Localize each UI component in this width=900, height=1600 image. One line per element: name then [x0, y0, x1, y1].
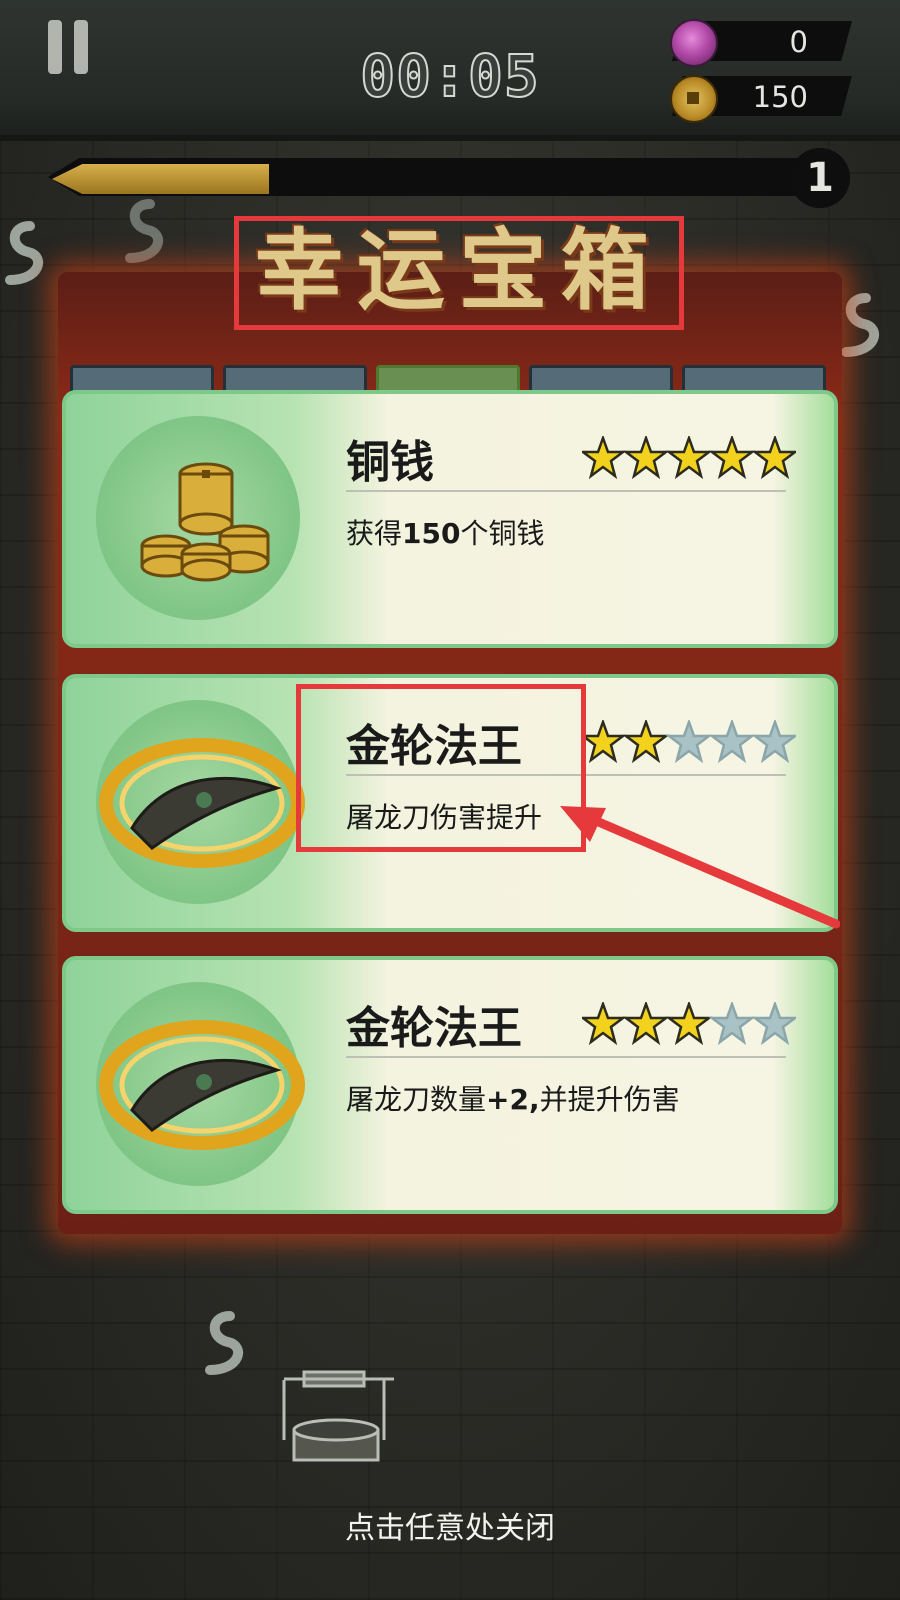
reward-card-coins[interactable]: 铜钱 获得150个铜钱 [62, 390, 838, 648]
card-name: 金轮法王 [346, 1003, 522, 1054]
close-hint[interactable]: 点击任意处关闭 [0, 1503, 900, 1547]
level-badge: 1 [790, 148, 850, 208]
star-rating [579, 434, 799, 480]
star-icon [579, 718, 799, 764]
card-name: 铜钱 [346, 437, 434, 488]
snake-icon [205, 1311, 243, 1375]
snake-icon [841, 293, 879, 357]
coin-icon [670, 75, 718, 123]
coin-pile-icon [140, 462, 270, 582]
well-icon [282, 1370, 394, 1462]
golden-wheel-icon [99, 738, 305, 868]
star-icon [579, 1000, 799, 1046]
golden-wheel-icon [99, 1020, 305, 1150]
xp-bar-fill [52, 164, 269, 194]
snake-icon [5, 221, 43, 285]
timer-display: 00:05 [359, 41, 540, 111]
reward-card-golden-wheel-2[interactable]: 金轮法王 屠龙刀数量+2,并提升伤害 [62, 956, 838, 1214]
gem-count: 0 [789, 25, 808, 59]
card-description: 屠龙刀数量+2,并提升伤害 [346, 1083, 680, 1116]
star-icon [579, 434, 799, 480]
star-rating [579, 718, 799, 764]
card-divider [346, 1056, 786, 1058]
gem-icon [670, 19, 718, 67]
arrow-annotation [560, 806, 840, 929]
snake-icon [125, 199, 163, 263]
title-annotation-box [234, 216, 684, 330]
coin-count: 150 [752, 80, 808, 114]
pause-icon[interactable] [42, 20, 94, 74]
card-description: 获得150个铜钱 [346, 517, 545, 550]
card-divider [346, 490, 786, 492]
star-rating [579, 1000, 799, 1046]
